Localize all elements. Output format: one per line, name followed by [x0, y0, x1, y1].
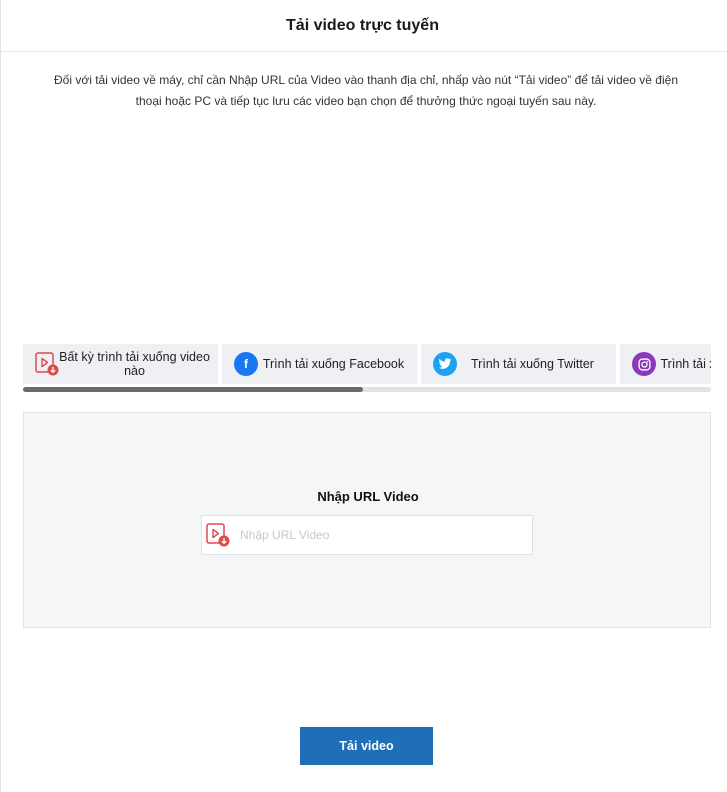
twitter-icon: [433, 352, 457, 376]
downloader-tabs: Bất kỳ trình tải xuống video nào f Trình…: [23, 344, 711, 384]
tab-label: Bất kỳ trình tải xuống video nào: [59, 350, 210, 378]
tab-label: Trình tải xuống Twitter: [471, 357, 594, 371]
tab-any-video-downloader[interactable]: Bất kỳ trình tải xuống video nào: [23, 344, 218, 384]
tab-facebook-downloader[interactable]: f Trình tải xuống Facebook: [222, 344, 417, 384]
instagram-icon: [632, 352, 656, 376]
facebook-icon: f: [234, 352, 258, 376]
tabs-scrollbar[interactable]: [23, 387, 711, 392]
tab-label: Trình tải xuống Facebook: [262, 357, 405, 371]
tab-twitter-downloader[interactable]: Trình tải xuống Twitter: [421, 344, 616, 384]
tab-label: Trình tải xuống Instagram: [660, 357, 711, 371]
page: Tải video trực tuyến Đối với tải video v…: [0, 0, 727, 792]
download-video-button[interactable]: Tải video: [300, 727, 433, 765]
url-panel-title: Nhập URL Video: [317, 489, 419, 504]
tab-instagram-downloader[interactable]: Trình tải xuống Instagram: [620, 344, 711, 384]
url-input-panel: Nhập URL Video: [23, 412, 711, 628]
video-url-input[interactable]: [240, 528, 520, 542]
url-input-box[interactable]: [201, 515, 533, 555]
video-download-icon: [35, 352, 59, 376]
intro-text: Đối với tải video về máy, chỉ cần Nhập U…: [53, 73, 678, 108]
page-title: Tải video trực tuyến: [286, 16, 439, 34]
page-header: Tải video trực tuyến: [1, 0, 727, 52]
video-download-icon: [206, 523, 230, 547]
tabs-scrollbar-thumb[interactable]: [23, 387, 363, 392]
